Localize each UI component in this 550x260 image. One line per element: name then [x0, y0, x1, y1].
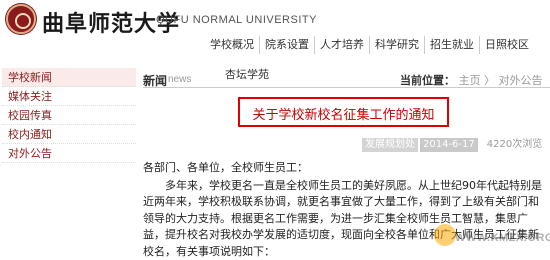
nav-item-departments[interactable]: 院系设置: [260, 36, 315, 54]
article-meta: 发展规划处 2014-6-17 4220次浏览: [362, 138, 545, 152]
content-tabbar: 新闻 news 杏坛学苑 当前位置： 主页 〉 对外公告: [143, 68, 550, 88]
site-header: 曲阜师范大学 QUFU NORMAL UNIVERSITY 学校概况 院系设置 …: [0, 0, 550, 62]
article-title: 关于学校新校名征集工作的通知: [252, 108, 435, 123]
sidebar-item-campus-fax[interactable]: 校园传真: [2, 106, 136, 125]
tab-news-english: news: [168, 74, 192, 85]
nav-item-overview[interactable]: 学校概况: [205, 36, 260, 54]
university-emblem-icon[interactable]: [6, 4, 36, 34]
breadcrumb: 当前位置： 主页 〉 对外公告: [400, 72, 543, 88]
article-date: 2014-6-17: [420, 138, 478, 152]
tab-news[interactable]: 新闻: [143, 72, 167, 89]
sidebar-item-announcements[interactable]: 对外公告: [2, 144, 136, 163]
main-nav: 学校概况 院系设置 人才培养 科学研究 招生就业 日照校区: [205, 36, 534, 54]
breadcrumb-section-link[interactable]: 对外公告: [499, 74, 543, 87]
nav-item-admissions[interactable]: 招生就业: [425, 36, 480, 54]
article-body: 各部门、各单位，全校师生员工： 多年来，学校更名一直是全校师生员工的美好夙愿。从…: [143, 160, 546, 260]
article-paragraph: 多年来，学校更名一直是全校师生员工的美好夙愿。从上世纪90年代起特别是近两年来，…: [143, 178, 542, 258]
sidebar-item-school-news[interactable]: 学校新闻: [2, 68, 136, 87]
sidebar-item-media[interactable]: 媒体关注: [2, 87, 136, 106]
watermark-text: WWW.KMZX.ORG: [455, 232, 550, 244]
article-view-count: 4220次浏览: [486, 139, 543, 150]
tab-xingtan[interactable]: 杏坛学苑: [225, 66, 269, 82]
logo-english: QUFU NORMAL UNIVERSITY: [156, 14, 317, 26]
nav-item-education[interactable]: 人才培养: [315, 36, 370, 54]
sidebar-item-notices[interactable]: 校内通知: [2, 125, 136, 144]
watermark-logo-icon: [434, 224, 456, 246]
breadcrumb-home-link[interactable]: 主页: [459, 74, 481, 87]
sidebar: 学校新闻 媒体关注 校园传真 校内通知 对外公告: [2, 68, 136, 163]
breadcrumb-label: 当前位置：: [400, 74, 455, 87]
breadcrumb-separator: 〉: [484, 74, 495, 87]
article-greeting: 各部门、各单位，全校师生员工：: [143, 161, 308, 174]
title-highlight-box: 关于学校新校名征集工作的通知: [238, 97, 449, 127]
nav-item-rizhao-campus[interactable]: 日照校区: [480, 36, 534, 54]
nav-item-research[interactable]: 科学研究: [370, 36, 425, 54]
article-source: 发展规划处: [362, 138, 418, 152]
